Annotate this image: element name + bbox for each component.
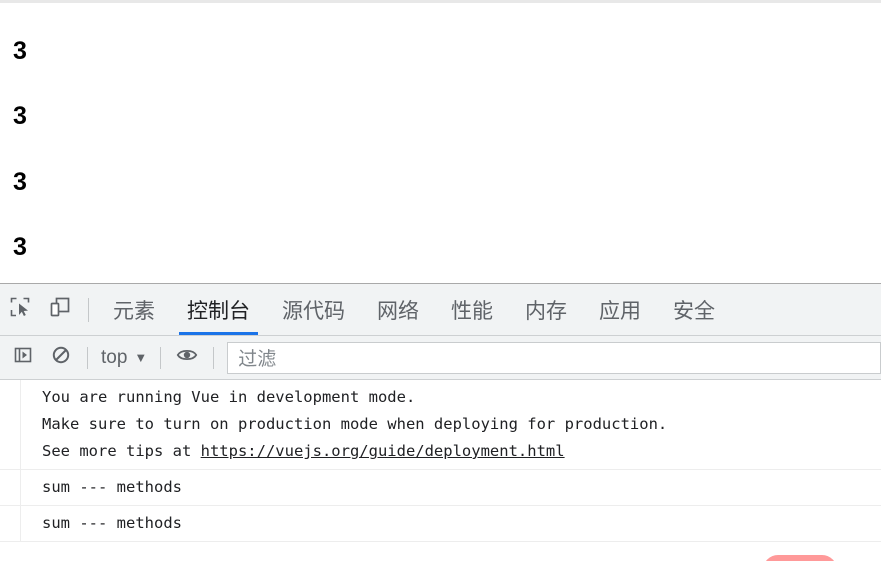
page-viewport: 3 3 3 3 xyxy=(0,0,881,283)
tab-memory[interactable]: 内存 xyxy=(509,284,583,335)
console-message-line: You are running Vue in development mode. xyxy=(42,388,416,406)
console-message-line: See more tips at https://vuejs.org/guide… xyxy=(42,438,881,465)
console-toolbar-divider xyxy=(213,346,215,369)
inspect-element-button[interactable] xyxy=(0,290,40,330)
tab-label: 控制台 xyxy=(187,299,250,323)
device-toolbar-button[interactable] xyxy=(40,290,80,330)
console-message-log[interactable]: sum --- methods xyxy=(0,506,881,542)
live-expression-button[interactable] xyxy=(168,339,206,377)
clear-console-button[interactable] xyxy=(42,339,80,377)
tab-label: 源代码 xyxy=(282,299,345,323)
tab-label: 性能 xyxy=(451,299,493,323)
console-context-label: top xyxy=(101,346,128,368)
console-filter-placeholder: 过滤 xyxy=(238,349,277,370)
console-sidebar-icon xyxy=(13,345,33,370)
page-value: 3 xyxy=(13,233,27,261)
console-message-vue-warning[interactable]: You are running Vue in development mode.… xyxy=(0,380,881,470)
console-toolbar-divider xyxy=(160,346,162,369)
console-sidebar-button[interactable] xyxy=(4,339,42,377)
tab-sources[interactable]: 源代码 xyxy=(266,284,361,335)
page-value: 3 xyxy=(13,168,27,196)
devtools-panel: 元素 控制台 源代码 网络 性能 内存 应用 安全 top ▼ 过滤 You a… xyxy=(0,283,881,561)
tab-label: 安全 xyxy=(673,299,715,323)
console-message-log[interactable]: sum --- methods xyxy=(0,470,881,506)
notification-badge[interactable] xyxy=(763,555,837,561)
device-toolbar-icon xyxy=(49,296,71,323)
console-context-selector[interactable]: top ▼ xyxy=(95,347,153,369)
toolbar-divider xyxy=(88,297,89,322)
clear-console-icon xyxy=(51,345,71,370)
console-toolbar-divider xyxy=(87,346,88,369)
tab-label: 应用 xyxy=(599,299,641,323)
console-toolbar: top ▼ 过滤 xyxy=(0,336,881,380)
tab-console[interactable]: 控制台 xyxy=(171,284,266,335)
page-value: 3 xyxy=(13,102,27,130)
console-message-line: Make sure to turn on production mode whe… xyxy=(42,415,668,433)
tab-elements[interactable]: 元素 xyxy=(97,284,171,335)
console-message-line: sum --- methods xyxy=(42,478,182,496)
tab-security[interactable]: 安全 xyxy=(657,284,731,335)
tab-application[interactable]: 应用 xyxy=(583,284,657,335)
tab-label: 网络 xyxy=(377,299,419,323)
vuejs-deployment-link[interactable]: https://vuejs.org/guide/deployment.html xyxy=(201,442,565,460)
chevron-down-icon: ▼ xyxy=(134,350,148,365)
console-filter-input[interactable]: 过滤 xyxy=(227,341,881,374)
console-message-line-prefix: See more tips at xyxy=(42,442,201,460)
tab-network[interactable]: 网络 xyxy=(361,284,435,335)
page-value: 3 xyxy=(13,37,27,65)
devtools-tabstrip: 元素 控制台 源代码 网络 性能 内存 应用 安全 xyxy=(0,284,881,336)
tab-label: 内存 xyxy=(525,299,567,323)
tab-performance[interactable]: 性能 xyxy=(435,284,509,335)
tab-label: 元素 xyxy=(113,299,155,323)
live-expression-eye-icon xyxy=(176,344,198,371)
inspect-element-icon xyxy=(9,296,31,323)
console-message-list[interactable]: You are running Vue in development mode.… xyxy=(0,380,881,561)
console-message-line: sum --- methods xyxy=(42,514,182,532)
